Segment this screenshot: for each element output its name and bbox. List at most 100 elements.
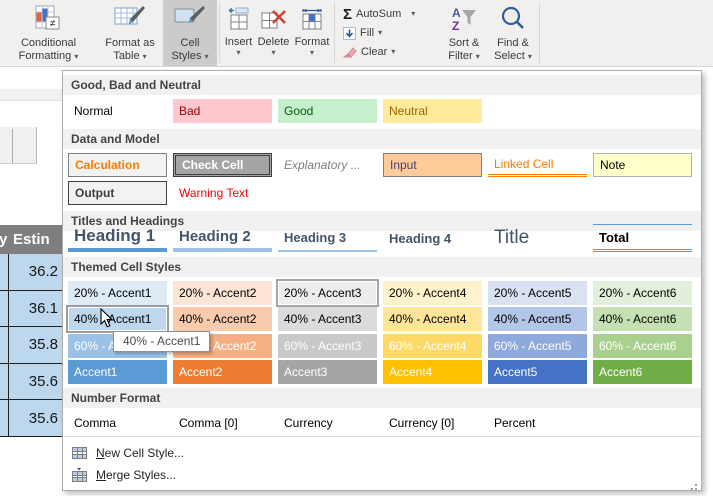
style-20-accent5[interactable]: 20% - Accent5 bbox=[488, 281, 587, 305]
format-cells-icon bbox=[299, 4, 325, 34]
menu-divider bbox=[63, 436, 701, 437]
data-model-row-1: CalculationCheck CellExplanatory ...Inpu… bbox=[63, 153, 701, 177]
style-title[interactable]: Title bbox=[488, 224, 587, 252]
format-as-table-button[interactable]: Format as Table ▾ bbox=[97, 0, 163, 66]
style-note[interactable]: Note bbox=[593, 153, 692, 177]
table-row[interactable]: 36.1 bbox=[0, 291, 63, 328]
fill-button[interactable]: Fill ▾ bbox=[343, 25, 435, 41]
chevron-down-icon: ▾ bbox=[476, 52, 480, 61]
svg-text:A: A bbox=[452, 6, 461, 20]
fill-down-icon bbox=[343, 27, 356, 40]
chevron-down-icon: ▾ bbox=[271, 49, 275, 57]
section-header-number-format: Number Format bbox=[63, 388, 701, 408]
table-body: 36.2 36.1 35.8 35.6 35.6 bbox=[0, 254, 63, 437]
excel-window: ≠ Conditional Formatting ▾ Format as Tab… bbox=[0, 0, 713, 496]
find-select-button[interactable]: Find & Select ▾ bbox=[489, 0, 537, 66]
style-heading-4[interactable]: Heading 4 bbox=[383, 224, 482, 252]
delete-cells-icon bbox=[260, 4, 288, 34]
style-accent1[interactable]: Accent1 bbox=[68, 360, 167, 384]
tooltip: 40% - Accent1 bbox=[113, 331, 210, 352]
style-check-cell[interactable]: Check Cell bbox=[173, 153, 272, 177]
style-60-accent3[interactable]: 60% - Accent3 bbox=[278, 334, 377, 358]
format-button[interactable]: Format ▾ bbox=[292, 0, 332, 66]
table-row[interactable]: 35.6 bbox=[0, 400, 63, 437]
style-good[interactable]: Good bbox=[278, 99, 377, 123]
style-percent[interactable]: Percent bbox=[488, 411, 587, 435]
style-20-accent3[interactable]: 20% - Accent3 bbox=[278, 281, 377, 305]
style-20-accent1[interactable]: 20% - Accent1 bbox=[68, 281, 167, 305]
style-accent4[interactable]: Accent4 bbox=[383, 360, 482, 384]
style-60-accent4[interactable]: 60% - Accent4 bbox=[383, 334, 482, 358]
formula-bar-edge bbox=[0, 89, 63, 101]
chevron-down-icon: ▾ bbox=[205, 52, 209, 61]
sort-filter-button[interactable]: A Z Sort & Filter ▾ bbox=[439, 0, 489, 66]
button-label: Find & bbox=[497, 37, 529, 50]
sort-filter-icon: A Z bbox=[449, 3, 479, 37]
style-20-accent4[interactable]: 20% - Accent4 bbox=[383, 281, 482, 305]
style-accent3[interactable]: Accent3 bbox=[278, 360, 377, 384]
style-40-accent6[interactable]: 40% - Accent6 bbox=[593, 307, 692, 331]
style-warning-text[interactable]: Warning Text bbox=[173, 181, 272, 205]
editing-group: Σ AutoSum ▾ Fill ▾ Clear ▾ bbox=[337, 0, 439, 66]
style-40-accent4[interactable]: 40% - Accent4 bbox=[383, 307, 482, 331]
style-heading-2[interactable]: Heading 2 bbox=[173, 224, 272, 252]
style-calculation[interactable]: Calculation bbox=[68, 153, 167, 177]
style-currency[interactable]: Currency bbox=[278, 411, 377, 435]
table-row[interactable]: 35.6 bbox=[0, 364, 63, 401]
style-output[interactable]: Output bbox=[68, 181, 167, 205]
table-row[interactable]: 35.8 bbox=[0, 327, 63, 364]
style-neutral[interactable]: Neutral bbox=[383, 99, 482, 123]
style-currency-0[interactable]: Currency [0] bbox=[383, 411, 482, 435]
cell-styles-icon bbox=[173, 3, 207, 37]
style-bad[interactable]: Bad bbox=[173, 99, 272, 123]
cell-styles-menu: Good, Bad and Neutral NormalBadGoodNeutr… bbox=[62, 70, 702, 491]
table-header-cell[interactable]: y Estin bbox=[0, 225, 63, 254]
button-label: Sort & bbox=[449, 37, 480, 50]
style-40-accent2[interactable]: 40% - Accent2 bbox=[173, 307, 272, 331]
style-normal[interactable]: Normal bbox=[68, 99, 167, 123]
menu-item-label: Merge Styles... bbox=[96, 468, 176, 482]
new-cell-style-item[interactable]: New Cell Style... bbox=[63, 442, 363, 463]
style-40-accent3[interactable]: 40% - Accent3 bbox=[278, 307, 377, 331]
style-accent6[interactable]: Accent6 bbox=[593, 360, 692, 384]
button-label: Format as bbox=[105, 37, 155, 50]
style-accent2[interactable]: Accent2 bbox=[173, 360, 272, 384]
style-heading-3[interactable]: Heading 3 bbox=[278, 224, 377, 252]
autosum-button[interactable]: Σ AutoSum ▾ bbox=[343, 6, 435, 22]
titles-headings-row: Heading 1Heading 2Heading 3Heading 4Titl… bbox=[63, 224, 701, 252]
conditional-formatting-button[interactable]: ≠ Conditional Formatting ▾ bbox=[0, 0, 97, 66]
table-row[interactable]: 36.2 bbox=[0, 254, 63, 291]
number-format-row: CommaComma [0]CurrencyCurrency [0]Percen… bbox=[63, 411, 701, 435]
style-explanatory[interactable]: Explanatory ... bbox=[278, 153, 377, 177]
style-60-accent5[interactable]: 60% - Accent5 bbox=[488, 334, 587, 358]
resize-grip[interactable] bbox=[695, 484, 697, 486]
clear-button[interactable]: Clear ▾ bbox=[343, 44, 435, 60]
style-40-accent1[interactable]: 40% - Accent1 bbox=[68, 307, 167, 331]
style-accent5[interactable]: Accent5 bbox=[488, 360, 587, 384]
chevron-down-icon: ▾ bbox=[310, 49, 314, 57]
style-linked-cell[interactable]: Linked Cell bbox=[488, 153, 587, 177]
themed-20-row: 20% - Accent120% - Accent220% - Accent32… bbox=[63, 281, 701, 305]
button-label: Cell bbox=[181, 37, 200, 50]
style-40-accent5[interactable]: 40% - Accent5 bbox=[488, 307, 587, 331]
style-total[interactable]: Total bbox=[593, 224, 692, 252]
merge-styles-icon bbox=[72, 467, 87, 482]
name-box-edge bbox=[0, 127, 37, 164]
insert-cells-icon bbox=[226, 4, 252, 34]
chevron-down-icon: ▾ bbox=[391, 48, 395, 56]
section-header-good-bad-neutral: Good, Bad and Neutral bbox=[63, 75, 701, 95]
style-heading-1[interactable]: Heading 1 bbox=[68, 224, 167, 252]
chevron-down-icon: ▾ bbox=[143, 52, 147, 61]
ribbon-group-divider bbox=[219, 3, 220, 63]
insert-button[interactable]: Insert ▾ bbox=[222, 0, 255, 66]
style-20-accent2[interactable]: 20% - Accent2 bbox=[173, 281, 272, 305]
delete-button[interactable]: Delete ▾ bbox=[255, 0, 292, 66]
style-comma[interactable]: Comma bbox=[68, 411, 167, 435]
merge-styles-item[interactable]: Merge Styles... bbox=[63, 464, 363, 485]
style-20-accent6[interactable]: 20% - Accent6 bbox=[593, 281, 692, 305]
style-input[interactable]: Input bbox=[383, 153, 482, 177]
style-60-accent6[interactable]: 60% - Accent6 bbox=[593, 334, 692, 358]
cell-styles-button[interactable]: Cell Styles ▾ bbox=[163, 0, 217, 66]
style-comma-0[interactable]: Comma [0] bbox=[173, 411, 272, 435]
format-as-table-icon bbox=[113, 3, 147, 37]
